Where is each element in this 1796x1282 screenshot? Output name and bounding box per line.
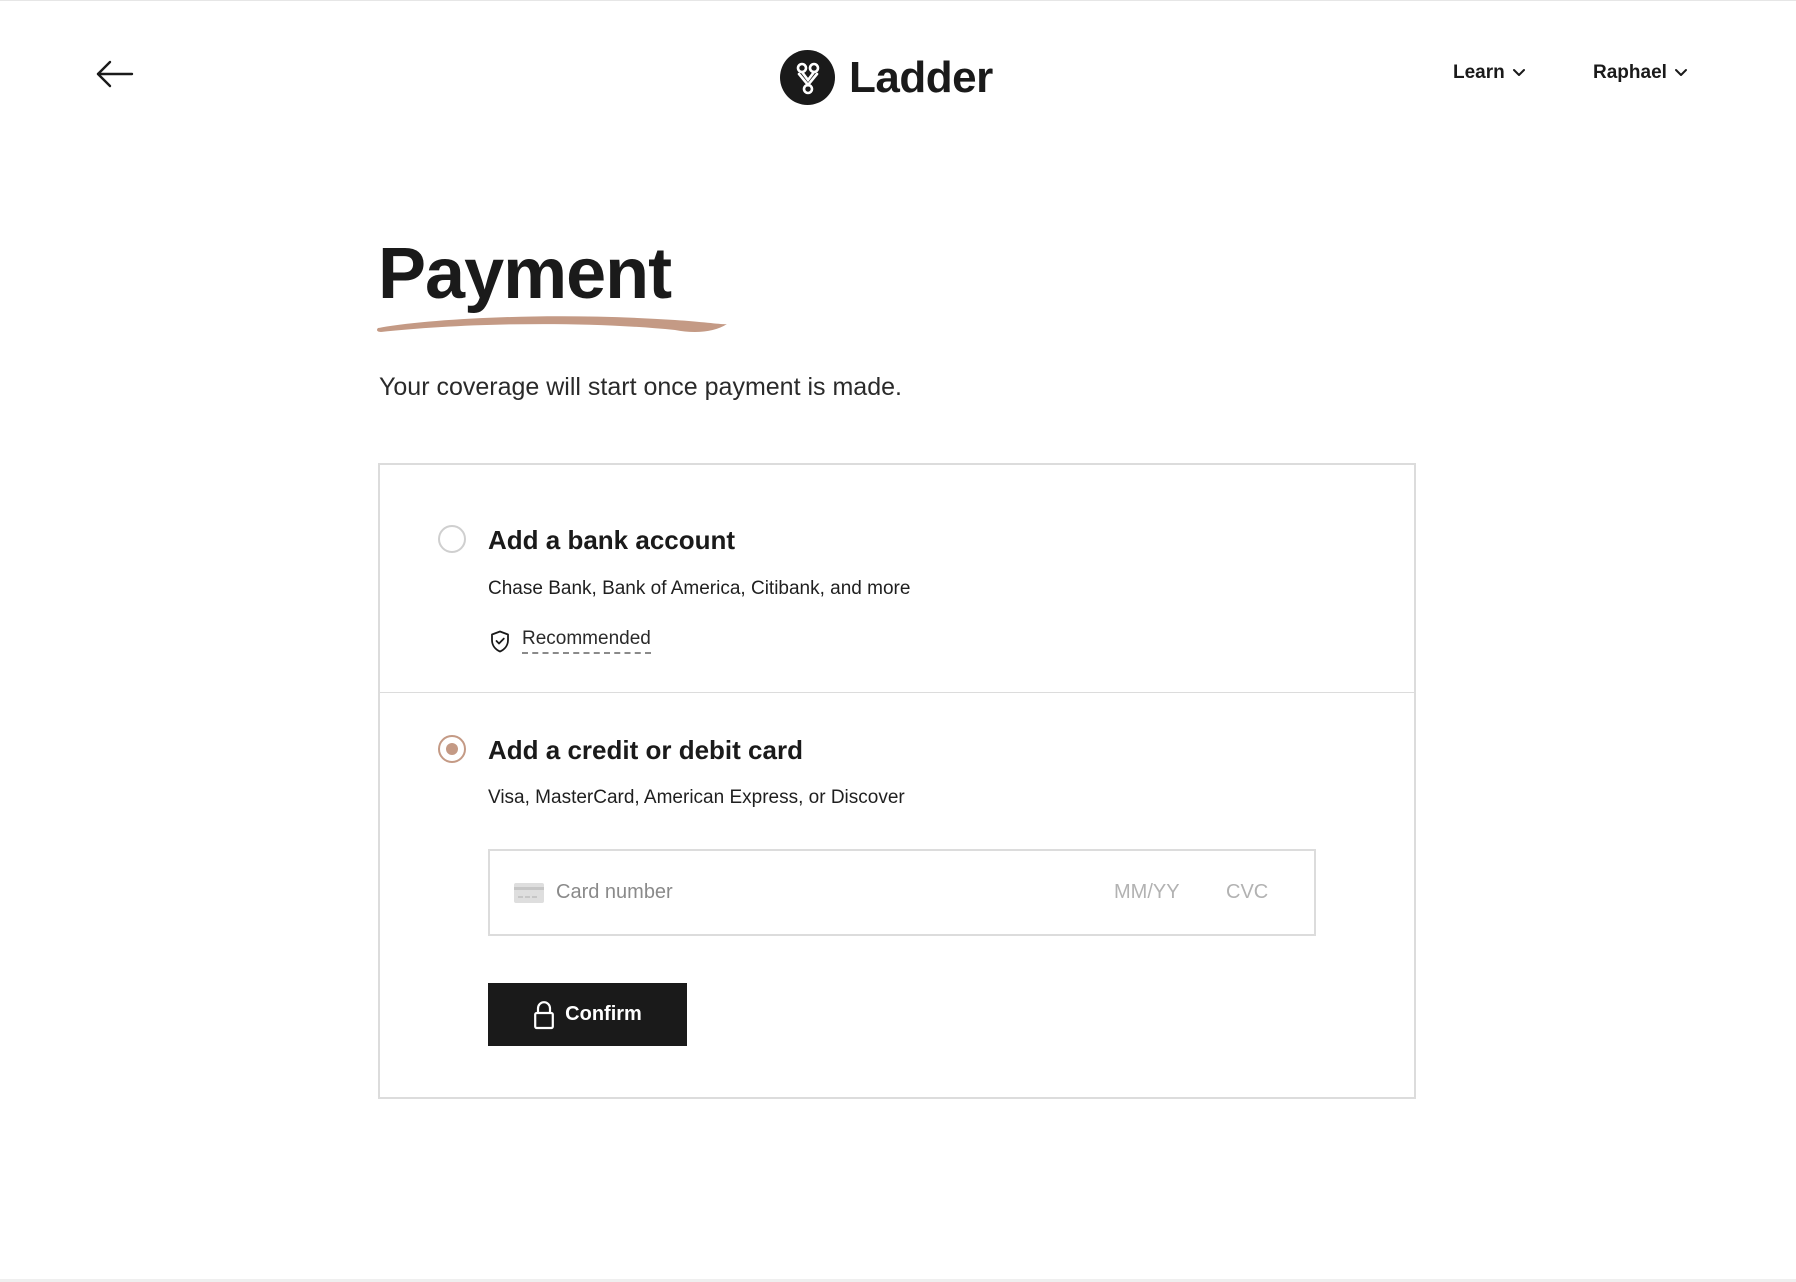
brand-logo[interactable]: Ladder — [780, 50, 993, 105]
page-title: Payment — [378, 234, 672, 314]
confirm-label: Confirm — [565, 1003, 642, 1025]
credit-card-option[interactable]: Add a credit or debit card Visa, MasterC… — [380, 693, 1414, 1099]
page-title-block: Payment — [377, 234, 727, 332]
recommended-badge: Recommended — [490, 628, 651, 654]
page-subtitle: Your coverage will start once payment is… — [379, 373, 902, 401]
brand-name: Ladder — [849, 52, 993, 102]
credit-card-radio[interactable] — [438, 735, 466, 763]
back-button[interactable] — [94, 56, 136, 92]
card-cvc-input[interactable] — [1226, 881, 1276, 904]
credit-card-description: Visa, MasterCard, American Express, or D… — [488, 787, 905, 808]
confirm-button[interactable]: Confirm — [488, 983, 687, 1046]
bank-account-title[interactable]: Add a bank account — [488, 525, 735, 556]
lock-icon — [534, 1000, 555, 1029]
top-border — [0, 0, 1796, 1]
credit-card-icon — [514, 882, 544, 903]
arrow-left-icon — [96, 60, 134, 88]
nav-learn-label: Learn — [1453, 62, 1505, 83]
card-input-field[interactable] — [488, 849, 1316, 936]
bank-account-option[interactable]: Add a bank account Chase Bank, Bank of A… — [380, 465, 1414, 693]
nav-user-label: Raphael — [1593, 62, 1667, 83]
title-underline-stroke — [377, 316, 727, 332]
bank-account-radio[interactable] — [438, 525, 466, 553]
radio-selected-dot — [446, 743, 458, 755]
bank-account-description: Chase Bank, Bank of America, Citibank, a… — [488, 578, 911, 599]
chevron-down-icon — [1674, 69, 1687, 76]
credit-card-title[interactable]: Add a credit or debit card — [488, 735, 803, 766]
ladder-logo-icon — [780, 50, 835, 105]
nav-learn-menu[interactable]: Learn — [1453, 62, 1526, 84]
payment-options-card: Add a bank account Chase Bank, Bank of A… — [378, 463, 1416, 1099]
card-expiry-input[interactable] — [1114, 881, 1194, 904]
recommended-label[interactable]: Recommended — [522, 628, 651, 654]
nav-user-menu[interactable]: Raphael — [1593, 62, 1688, 84]
card-number-input[interactable] — [556, 881, 1114, 904]
chevron-down-icon — [1512, 69, 1525, 76]
shield-check-icon — [491, 630, 509, 652]
